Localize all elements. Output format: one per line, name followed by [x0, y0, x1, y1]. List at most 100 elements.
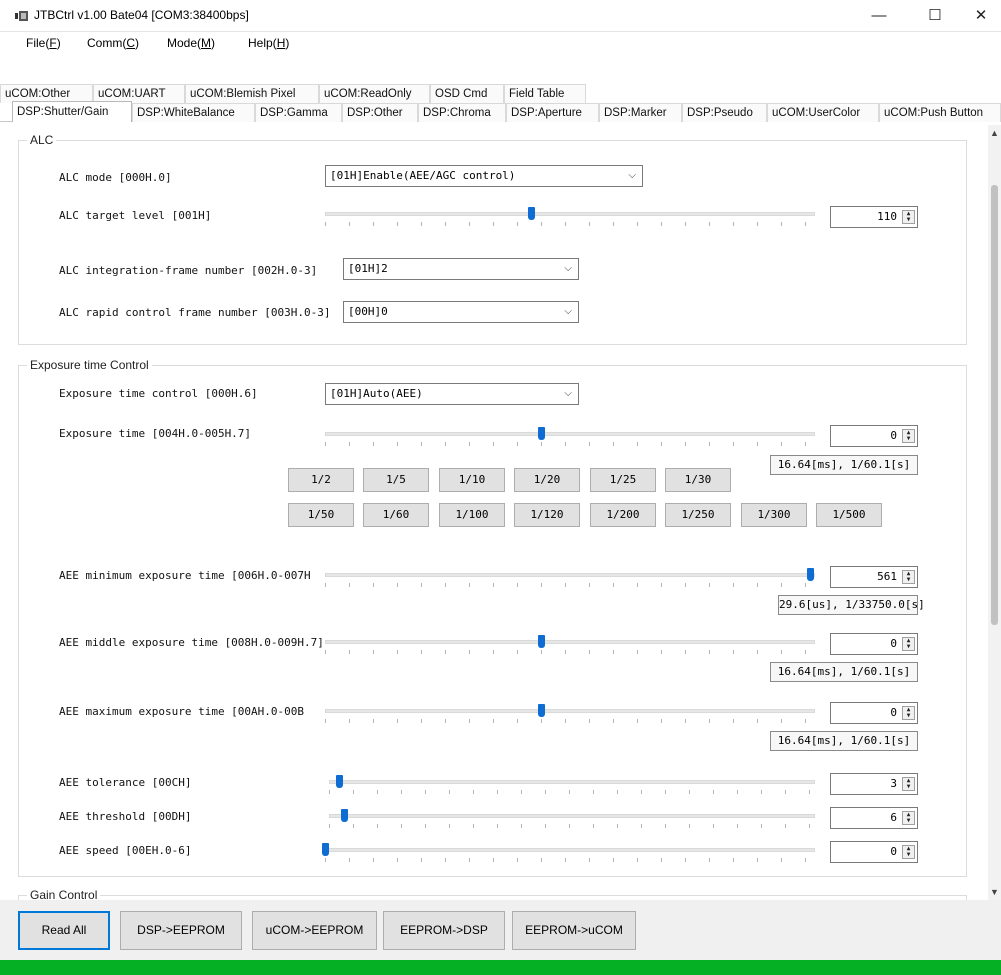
menu-help[interactable]: Help(H) — [248, 36, 289, 50]
alc-integration-select[interactable]: [01H]2 ⌵ — [343, 258, 579, 280]
aee-max-slider[interactable] — [325, 704, 815, 726]
aee-tolerance-slider[interactable] — [329, 775, 815, 797]
slider-thumb[interactable] — [340, 809, 348, 822]
exposure-control-select[interactable]: [01H]Auto(AEE) ⌵ — [325, 383, 579, 405]
close-icon: ✕ — [974, 7, 988, 24]
aee-tolerance-label: AEE tolerance [00CH] — [59, 776, 192, 789]
tab-ucom-usercolor[interactable]: uCOM:UserColor — [767, 103, 879, 122]
tab-dsp-shutter-gain[interactable]: DSP:Shutter/Gain — [12, 101, 132, 122]
aee-mid-input[interactable]: 0 ▲ ▼ — [830, 633, 918, 655]
aee-max-label: AEE maximum exposure time [00AH.0-00B — [59, 705, 305, 718]
tab-ucom-readonly[interactable]: uCOM:ReadOnly — [319, 84, 430, 103]
preset-1-200-button[interactable]: 1/200 — [590, 503, 656, 527]
preset-1-50-button[interactable]: 1/50 — [288, 503, 354, 527]
aee-threshold-input[interactable]: 6 ▲ ▼ — [830, 807, 918, 829]
scroll-thumb[interactable] — [991, 185, 998, 625]
tab-osd-cmd[interactable]: OSD Cmd — [430, 84, 504, 103]
aee-min-label: AEE minimum exposure time [006H.0-007H — [59, 569, 311, 582]
preset-1-120-button[interactable]: 1/120 — [514, 503, 580, 527]
aee-mid-slider[interactable] — [325, 635, 815, 657]
slider-thumb[interactable] — [537, 704, 545, 717]
exposure-time-input[interactable]: 0 ▲ ▼ — [830, 425, 918, 447]
preset-1-10-button[interactable]: 1/10 — [439, 468, 505, 492]
slider-thumb[interactable] — [335, 775, 343, 788]
slider-thumb[interactable] — [537, 427, 545, 440]
slider-track — [325, 432, 815, 436]
maximize-button[interactable]: ☐ — [912, 0, 958, 32]
preset-1-20-button[interactable]: 1/20 — [514, 468, 580, 492]
preset-1-25-button[interactable]: 1/25 — [590, 468, 656, 492]
maximize-icon: ☐ — [928, 7, 942, 24]
preset-1-300-button[interactable]: 1/300 — [741, 503, 807, 527]
minimize-button[interactable]: — — [856, 0, 902, 32]
aee-speed-value: 0 — [890, 845, 897, 858]
tab-dsp-chroma[interactable]: DSP:Chroma — [418, 103, 506, 122]
spin-updown-icon[interactable]: ▲ ▼ — [902, 777, 915, 791]
menu-mode-tail: ) — [211, 36, 216, 50]
menu-file-tail: ) — [56, 36, 61, 50]
scroll-down-icon[interactable]: ▼ — [988, 886, 1001, 898]
scroll-up-icon[interactable]: ▲ — [988, 127, 1001, 139]
menu-comm-label: Comm( — [87, 36, 127, 50]
preset-1-100-button[interactable]: 1/100 — [439, 503, 505, 527]
menu-file-label: File( — [26, 36, 50, 50]
alc-mode-select[interactable]: [01H]Enable(AEE/AGC control) ⌵ — [325, 165, 643, 187]
preset-1-250-button[interactable]: 1/250 — [665, 503, 731, 527]
preset-1-30-button[interactable]: 1/30 — [665, 468, 731, 492]
spin-updown-icon[interactable]: ▲ ▼ — [902, 570, 915, 584]
tab-row-lower: DSP:Shutter/Gain DSP:WhiteBalance DSP:Ga… — [0, 101, 1001, 122]
spin-updown-icon[interactable]: ▲ ▼ — [902, 637, 915, 651]
slider-thumb[interactable] — [527, 207, 535, 220]
aee-tolerance-input[interactable]: 3 ▲ ▼ — [830, 773, 918, 795]
spin-updown-icon[interactable]: ▲ ▼ — [902, 706, 915, 720]
slider-thumb[interactable] — [537, 635, 545, 648]
tab-ucom-push-button[interactable]: uCOM:Push Button — [879, 103, 1001, 122]
tab-dsp-aperture[interactable]: DSP:Aperture — [506, 103, 599, 122]
aee-threshold-slider[interactable] — [329, 809, 815, 831]
tab-dsp-other[interactable]: DSP:Other — [342, 103, 418, 122]
spin-updown-icon[interactable]: ▲ ▼ — [902, 811, 915, 825]
tab-dsp-whitebalance[interactable]: DSP:WhiteBalance — [132, 103, 255, 122]
spin-updown-icon[interactable]: ▲ ▼ — [902, 429, 915, 443]
exposure-time-slider[interactable] — [325, 427, 815, 449]
aee-min-slider[interactable] — [325, 568, 815, 590]
aee-max-readout: 16.64[ms], 1/60.1[s] — [770, 731, 918, 751]
slider-thumb[interactable] — [807, 568, 815, 581]
alc-target-slider[interactable] — [325, 207, 815, 229]
preset-1-5-button[interactable]: 1/5 — [363, 468, 429, 492]
alc-target-input[interactable]: 110 ▲ ▼ — [830, 206, 918, 228]
alc-rapid-select[interactable]: [00H]0 ⌵ — [343, 301, 579, 323]
slider-thumb[interactable] — [322, 843, 329, 856]
tab-dsp-gamma[interactable]: DSP:Gamma — [255, 103, 342, 122]
aee-speed-slider[interactable] — [322, 843, 815, 865]
aee-speed-input[interactable]: 0 ▲ ▼ — [830, 841, 918, 863]
chevron-down-icon: ⌵ — [564, 263, 572, 274]
ucom-to-eeprom-button[interactable]: uCOM->EEPROM — [252, 911, 377, 950]
menu-mode[interactable]: Mode(M) — [167, 36, 215, 50]
eeprom-to-ucom-button[interactable]: EEPROM->uCOM — [512, 911, 636, 950]
close-button[interactable]: ✕ — [958, 0, 1001, 32]
eeprom-to-dsp-button[interactable]: EEPROM->DSP — [383, 911, 505, 950]
menu-file[interactable]: File(F) — [26, 36, 61, 50]
spin-updown-icon[interactable]: ▲ ▼ — [902, 845, 915, 859]
menu-help-label: Help( — [248, 36, 277, 50]
menu-bar: File(F) Comm(C) Mode(M) Help(H) — [0, 32, 1001, 54]
tab-dsp-pseudo[interactable]: DSP:Pseudo — [682, 103, 767, 122]
aee-max-input[interactable]: 0 ▲ ▼ — [830, 702, 918, 724]
tab-ucom-blemish-pixel[interactable]: uCOM:Blemish Pixel — [185, 84, 319, 103]
slider-track — [325, 573, 815, 577]
tab-dsp-marker[interactable]: DSP:Marker — [599, 103, 682, 122]
menu-comm[interactable]: Comm(C) — [87, 36, 139, 50]
preset-1-2-button[interactable]: 1/2 — [288, 468, 354, 492]
menu-comm-tail: ) — [135, 36, 139, 50]
preset-1-60-button[interactable]: 1/60 — [363, 503, 429, 527]
slider-ticks — [325, 442, 815, 446]
tab-field-table[interactable]: Field Table — [504, 84, 586, 103]
vertical-scrollbar[interactable]: ▲ ▼ — [988, 125, 1001, 900]
preset-1-500-button[interactable]: 1/500 — [816, 503, 882, 527]
aee-tolerance-value: 3 — [890, 777, 897, 790]
read-all-button[interactable]: Read All — [18, 911, 110, 950]
spin-updown-icon[interactable]: ▲ ▼ — [902, 210, 915, 224]
aee-min-input[interactable]: 561 ▲ ▼ — [830, 566, 918, 588]
dsp-to-eeprom-button[interactable]: DSP->EEPROM — [120, 911, 242, 950]
